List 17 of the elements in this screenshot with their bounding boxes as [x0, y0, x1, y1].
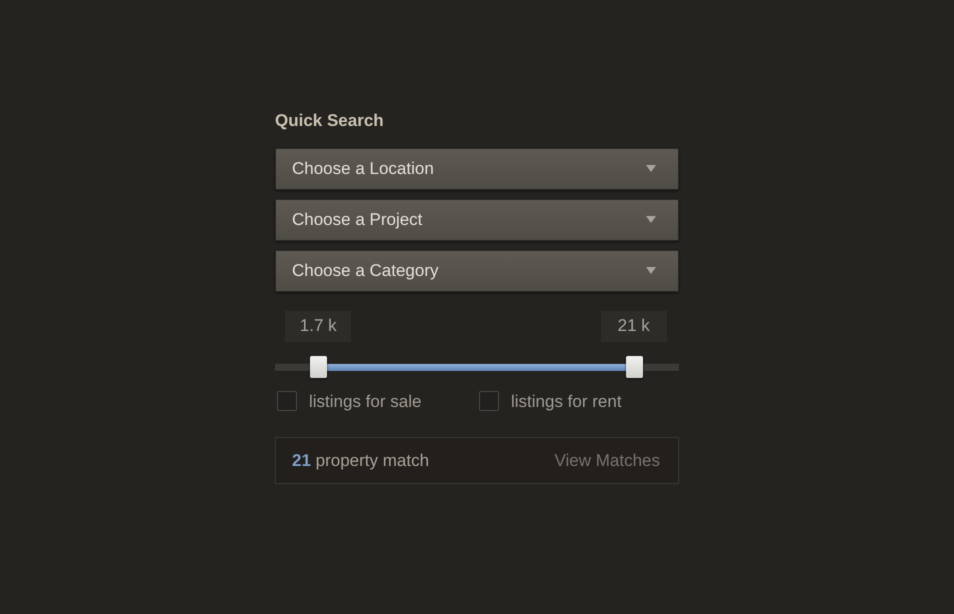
checkbox[interactable] [479, 391, 499, 412]
dropdown-select[interactable]: Choose a Location [275, 148, 679, 190]
slider-handle[interactable] [626, 356, 643, 378]
slider-handle[interactable] [310, 356, 328, 378]
slider-value: 21 k [600, 310, 667, 342]
caret-icon [646, 216, 656, 223]
dropdown-select[interactable]: Choose a Project [275, 198, 679, 240]
checkbox-label: listings for rent [511, 390, 622, 412]
match-count-text: 21 property match [292, 450, 430, 472]
caret-icon [646, 267, 656, 274]
dropdown-select[interactable]: Choose a Category [275, 250, 679, 292]
slider-value: 1.7 k [285, 310, 352, 342]
section-title: Quick Search [275, 110, 384, 132]
checkbox[interactable] [277, 391, 297, 412]
caret-icon [646, 165, 656, 172]
checkbox-label: listings for sale [309, 390, 422, 412]
view-matches-button[interactable]: View Matches [554, 448, 660, 474]
